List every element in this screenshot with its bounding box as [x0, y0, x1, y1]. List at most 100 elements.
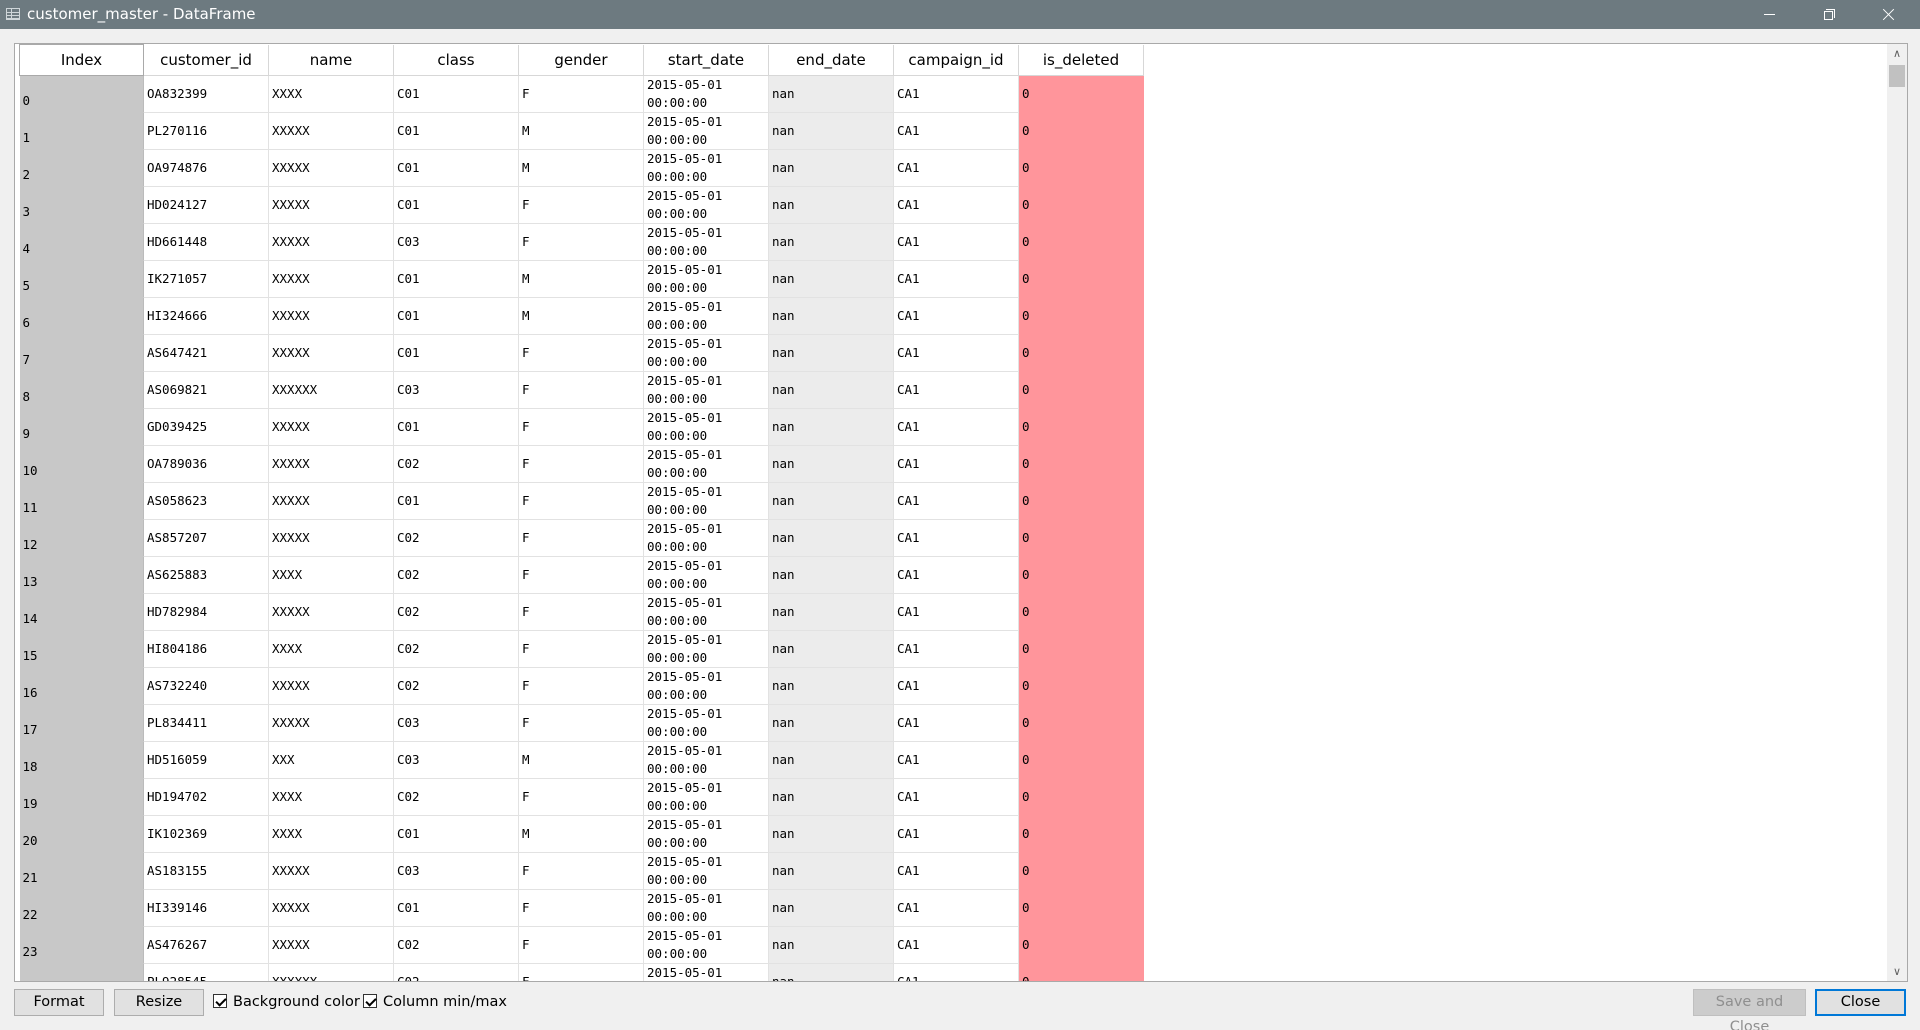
cell-class[interactable]: C01	[393, 149, 519, 187]
cell-end-date[interactable]: nan	[768, 963, 894, 981]
cell-gender[interactable]: M	[518, 112, 644, 150]
cell-campaign-id[interactable]: CA1	[893, 926, 1019, 964]
cell-class[interactable]: C02	[393, 519, 519, 557]
table-row[interactable]: 20 IK102369 XXXX C01 M 2015-05-01 00:00:00 nan C…	[19, 815, 1144, 853]
cell-start-date[interactable]: 2015-05-01 00:00:00	[643, 926, 769, 964]
minimize-button[interactable]	[1746, 0, 1792, 29]
cell-start-date[interactable]: 2015-05-01 00:00:00	[643, 112, 769, 150]
cell-name[interactable]: XXXXX	[268, 186, 394, 224]
cell-campaign-id[interactable]: CA1	[893, 186, 1019, 224]
cell-end-date[interactable]: nan	[768, 112, 894, 150]
cell-gender[interactable]: F	[518, 334, 644, 372]
cell-end-date[interactable]: nan	[768, 667, 894, 705]
cell-name[interactable]: XXXX	[268, 556, 394, 594]
cell-is-deleted[interactable]: 0	[1018, 630, 1144, 668]
table-row[interactable]: 21 AS183155 XXXXX C03 F 2015-05-01 00:00:00 nan…	[19, 852, 1144, 890]
scrollbar-thumb[interactable]	[1889, 65, 1905, 87]
cell-start-date[interactable]: 2015-05-01 00:00:00	[643, 149, 769, 187]
cell-campaign-id[interactable]: CA1	[893, 593, 1019, 631]
table-row[interactable]: 4 HD661448 XXXXX C03 F 2015-05-01 00:00:00 nan C…	[19, 223, 1144, 261]
table-row[interactable]: 0 OA832399 XXXX C01 F 2015-05-01 00:00:00 nan CA…	[19, 75, 1144, 113]
cell-start-date[interactable]: 2015-05-01 00:00:00	[643, 667, 769, 705]
cell-campaign-id[interactable]: CA1	[893, 815, 1019, 853]
cell-customer-id[interactable]: AS069821	[143, 371, 269, 409]
cell-name[interactable]: XXXXXX	[268, 963, 394, 981]
cell-customer-id[interactable]: OA974876	[143, 149, 269, 187]
cell-gender[interactable]: M	[518, 741, 644, 779]
cell-class[interactable]: C01	[393, 297, 519, 335]
table-row[interactable]: 6 HI324666 XXXXX C01 M 2015-05-01 00:00:00 nan C…	[19, 297, 1144, 335]
column-header-campaign-id[interactable]: campaign_id	[893, 44, 1019, 76]
cell-campaign-id[interactable]: CA1	[893, 445, 1019, 483]
vertical-scrollbar[interactable]: ∧ ∨	[1887, 44, 1907, 981]
cell-gender[interactable]: F	[518, 556, 644, 594]
table-row[interactable]: 16 AS732240 XXXXX C02 F 2015-05-01 00:00:00 nan…	[19, 667, 1144, 705]
cell-start-date[interactable]: 2015-05-01 00:00:00	[643, 186, 769, 224]
cell-customer-id[interactable]: PL270116	[143, 112, 269, 150]
cell-gender[interactable]: F	[518, 852, 644, 890]
cell-campaign-id[interactable]: CA1	[893, 778, 1019, 816]
cell-end-date[interactable]: nan	[768, 149, 894, 187]
data-grid[interactable]: Index customer_id name class gender start_dat…	[19, 44, 1144, 981]
table-row[interactable]: 17 PL834411 XXXXX C03 F 2015-05-01 00:00:00 nan…	[19, 704, 1144, 742]
cell-customer-id[interactable]: PL834411	[143, 704, 269, 742]
close-window-button[interactable]	[1865, 0, 1911, 29]
cell-is-deleted[interactable]: 0	[1018, 75, 1144, 113]
table-row[interactable]: 15 HI804186 XXXX C02 F 2015-05-01 00:00:00 nan C…	[19, 630, 1144, 668]
cell-start-date[interactable]: 2015-05-01 00:00:00	[643, 778, 769, 816]
cell-end-date[interactable]: nan	[768, 593, 894, 631]
cell-is-deleted[interactable]: 0	[1018, 704, 1144, 742]
table-row[interactable]: 2 OA974876 XXXXX C01 M 2015-05-01 00:00:00 nan C…	[19, 149, 1144, 187]
column-header-name[interactable]: name	[268, 44, 394, 76]
cell-campaign-id[interactable]: CA1	[893, 260, 1019, 298]
cell-end-date[interactable]: nan	[768, 408, 894, 446]
cell-is-deleted[interactable]: 0	[1018, 963, 1144, 981]
cell-name[interactable]: XXXXX	[268, 260, 394, 298]
cell-is-deleted[interactable]: 0	[1018, 186, 1144, 224]
cell-is-deleted[interactable]: 0	[1018, 371, 1144, 409]
cell-end-date[interactable]: nan	[768, 260, 894, 298]
cell-start-date[interactable]: 2015-05-01 00:00:00	[643, 445, 769, 483]
cell-gender[interactable]: F	[518, 519, 644, 557]
cell-campaign-id[interactable]: CA1	[893, 741, 1019, 779]
cell-campaign-id[interactable]: CA1	[893, 223, 1019, 261]
cell-gender[interactable]: F	[518, 408, 644, 446]
cell-customer-id[interactable]: AS476267	[143, 926, 269, 964]
cell-class[interactable]: C01	[393, 889, 519, 927]
cell-start-date[interactable]: 2015-05-01 00:00:00	[643, 519, 769, 557]
cell-customer-id[interactable]: HI324666	[143, 297, 269, 335]
cell-customer-id[interactable]: HD516059	[143, 741, 269, 779]
cell-end-date[interactable]: nan	[768, 186, 894, 224]
cell-campaign-id[interactable]: CA1	[893, 297, 1019, 335]
cell-gender[interactable]: F	[518, 963, 644, 981]
cell-class[interactable]: C03	[393, 223, 519, 261]
cell-start-date[interactable]: 2015-05-01 00:00:00	[643, 556, 769, 594]
cell-customer-id[interactable]: IK271057	[143, 260, 269, 298]
cell-start-date[interactable]: 2015-05-01 00:00:00	[643, 593, 769, 631]
cell-customer-id[interactable]: AS058623	[143, 482, 269, 520]
checkbox-checked-icon[interactable]	[363, 994, 377, 1008]
cell-gender[interactable]: F	[518, 223, 644, 261]
cell-is-deleted[interactable]: 0	[1018, 149, 1144, 187]
cell-name[interactable]: XXXXX	[268, 852, 394, 890]
cell-name[interactable]: XXXX	[268, 778, 394, 816]
cell-customer-id[interactable]: AS647421	[143, 334, 269, 372]
cell-class[interactable]: C03	[393, 852, 519, 890]
cell-end-date[interactable]: nan	[768, 445, 894, 483]
resize-button[interactable]: Resize	[114, 989, 204, 1016]
cell-campaign-id[interactable]: CA1	[893, 149, 1019, 187]
column-header-is-deleted[interactable]: is_deleted	[1018, 44, 1144, 76]
cell-class[interactable]: C01	[393, 186, 519, 224]
cell-class[interactable]: C02	[393, 926, 519, 964]
cell-class[interactable]: C01	[393, 482, 519, 520]
cell-end-date[interactable]: nan	[768, 482, 894, 520]
cell-gender[interactable]: M	[518, 260, 644, 298]
cell-end-date[interactable]: nan	[768, 371, 894, 409]
cell-name[interactable]: XXXXX	[268, 889, 394, 927]
column-header-gender[interactable]: gender	[518, 44, 644, 76]
cell-end-date[interactable]: nan	[768, 297, 894, 335]
cell-class[interactable]: C01	[393, 75, 519, 113]
cell-gender[interactable]: M	[518, 297, 644, 335]
cell-is-deleted[interactable]: 0	[1018, 667, 1144, 705]
cell-is-deleted[interactable]: 0	[1018, 778, 1144, 816]
